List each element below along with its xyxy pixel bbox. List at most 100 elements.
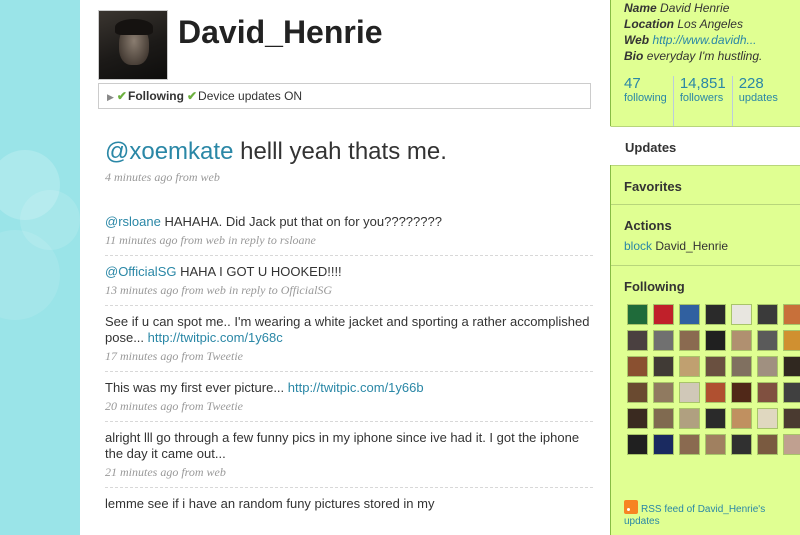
tweet-link[interactable]: http://twitpic.com/1y66b xyxy=(288,380,424,395)
following-avatar[interactable] xyxy=(679,382,700,403)
info-label: Name xyxy=(624,1,657,15)
following-avatar[interactable] xyxy=(757,434,778,455)
info-value: Los Angeles xyxy=(677,17,743,31)
tweet-item: See if u can spot me.. I'm wearing a whi… xyxy=(105,306,593,372)
device-updates-status[interactable]: Device updates ON xyxy=(198,89,302,103)
following-avatar[interactable] xyxy=(783,382,800,403)
following-avatar[interactable] xyxy=(783,408,800,429)
following-avatar[interactable] xyxy=(731,330,752,351)
web-link[interactable]: http://www.davidh... xyxy=(652,33,756,47)
following-avatar[interactable] xyxy=(705,382,726,403)
info-bio-row: Bio everyday I'm hustling. xyxy=(624,48,800,64)
following-avatar[interactable] xyxy=(653,434,674,455)
tweet-item: alright lll go through a few funny pics … xyxy=(105,422,593,488)
following-avatar[interactable] xyxy=(731,408,752,429)
rss-feed-link[interactable]: RSS feed of David_Henrie's updates xyxy=(624,500,800,528)
following-avatar[interactable] xyxy=(783,330,800,351)
tweet-body: This was my first ever picture... xyxy=(105,380,288,395)
stat-following[interactable]: 47 following xyxy=(624,76,674,126)
stat-updates[interactable]: 228 updates xyxy=(739,76,784,126)
profile-username: David_Henrie xyxy=(178,14,383,50)
stat-followers[interactable]: 14,851 followers xyxy=(680,76,733,126)
following-avatar[interactable] xyxy=(679,408,700,429)
profile-avatar[interactable] xyxy=(98,10,168,80)
following-avatar[interactable] xyxy=(653,304,674,325)
tweet-text: @rsloane HAHAHA. Did Jack put that on fo… xyxy=(105,214,593,230)
tweet-text: lemme see if i have an random funy pictu… xyxy=(105,496,435,511)
following-avatar[interactable] xyxy=(731,304,752,325)
avatar-hair xyxy=(115,19,153,35)
following-avatar[interactable] xyxy=(705,408,726,429)
tweet-meta[interactable]: 17 minutes ago from Tweetie xyxy=(105,349,593,364)
following-avatar[interactable] xyxy=(757,304,778,325)
following-title: Following xyxy=(624,279,685,294)
tweet-mention-link[interactable]: @xoemkate xyxy=(105,138,233,165)
block-username: David_Henrie xyxy=(655,239,729,253)
following-avatar[interactable] xyxy=(653,330,674,351)
following-avatar[interactable] xyxy=(731,356,752,377)
tweet-mention-link[interactable]: @OfficialSG xyxy=(105,264,176,279)
following-avatar[interactable] xyxy=(679,304,700,325)
tweet-body: HAHAHA. Did Jack put that on for you????… xyxy=(160,214,442,229)
tweet-link[interactable]: http://twitpic.com/1y68c xyxy=(148,330,283,345)
block-link[interactable]: block xyxy=(624,239,652,253)
stat-label: followers xyxy=(679,92,724,104)
following-avatar[interactable] xyxy=(627,356,648,377)
following-avatar[interactable] xyxy=(679,356,700,377)
tweet-item: lemme see if i have an random funy pictu… xyxy=(105,488,593,519)
following-avatar[interactable] xyxy=(731,434,752,455)
tweet-item: @rsloane HAHAHA. Did Jack put that on fo… xyxy=(105,206,593,256)
following-avatar[interactable] xyxy=(783,304,800,325)
following-avatar[interactable] xyxy=(653,382,674,403)
info-value: everyday I'm hustling. xyxy=(646,49,763,63)
following-avatar[interactable] xyxy=(679,434,700,455)
following-avatar[interactable] xyxy=(757,330,778,351)
following-avatar[interactable] xyxy=(783,434,800,455)
following-avatar[interactable] xyxy=(679,330,700,351)
tweet-text: alright lll go through a few funny pics … xyxy=(105,430,580,461)
stat-label: following xyxy=(624,92,667,104)
tweet-meta[interactable]: 13 minutes ago from web in reply to Offi… xyxy=(105,283,593,298)
following-avatar[interactable] xyxy=(653,408,674,429)
sidebar: Name David Henrie Location Los Angeles W… xyxy=(610,0,800,535)
following-avatar[interactable] xyxy=(757,408,778,429)
expand-arrow-icon[interactable]: ▶ xyxy=(107,92,114,102)
actions-section: Actions block David_Henrie xyxy=(611,204,800,253)
tweet-body: helll yeah thats me. xyxy=(233,138,447,165)
following-avatar[interactable] xyxy=(705,330,726,351)
tweet-text: This was my first ever picture... http:/… xyxy=(105,380,593,396)
following-avatar[interactable] xyxy=(705,304,726,325)
menu-favorites[interactable]: Favorites xyxy=(611,165,800,204)
following-avatar[interactable] xyxy=(731,382,752,403)
tweet-meta[interactable]: 21 minutes ago from web xyxy=(105,465,593,480)
tweet-body: HAHA I GOT U HOOKED!!!! xyxy=(176,264,342,279)
following-avatar[interactable] xyxy=(757,356,778,377)
following-status[interactable]: Following xyxy=(128,89,184,103)
following-grid xyxy=(611,294,800,455)
following-avatar[interactable] xyxy=(627,304,648,325)
rss-icon xyxy=(624,500,638,514)
stat-label: updates xyxy=(738,92,778,104)
stat-number: 47 xyxy=(624,75,641,92)
profile-info: Name David Henrie Location Los Angeles W… xyxy=(611,0,800,64)
info-label: Bio xyxy=(624,49,644,63)
latest-tweet: @xoemkate helll yeah thats me. 4 minutes… xyxy=(105,138,595,185)
following-avatar[interactable] xyxy=(705,356,726,377)
tweet-item: @OfficialSG HAHA I GOT U HOOKED!!!! 13 m… xyxy=(105,256,593,306)
following-avatar[interactable] xyxy=(705,434,726,455)
tweet-mention-link[interactable]: @rsloane xyxy=(105,214,161,229)
stat-number: 228 xyxy=(738,75,764,92)
following-avatar[interactable] xyxy=(783,356,800,377)
following-avatar[interactable] xyxy=(653,356,674,377)
following-avatar[interactable] xyxy=(627,382,648,403)
following-avatar[interactable] xyxy=(627,408,648,429)
tweet-meta[interactable]: 4 minutes ago from web xyxy=(105,170,595,185)
follow-status-bar: ▶ ✔Following ✔Device updates ON xyxy=(98,83,591,109)
following-avatar[interactable] xyxy=(627,434,648,455)
actions-row: block David_Henrie xyxy=(611,233,800,253)
following-avatar[interactable] xyxy=(627,330,648,351)
following-avatar[interactable] xyxy=(757,382,778,403)
tweet-meta[interactable]: 11 minutes ago from web in reply to rslo… xyxy=(105,233,593,248)
menu-updates[interactable]: Updates xyxy=(610,126,800,165)
tweet-meta[interactable]: 20 minutes ago from Tweetie xyxy=(105,399,593,414)
